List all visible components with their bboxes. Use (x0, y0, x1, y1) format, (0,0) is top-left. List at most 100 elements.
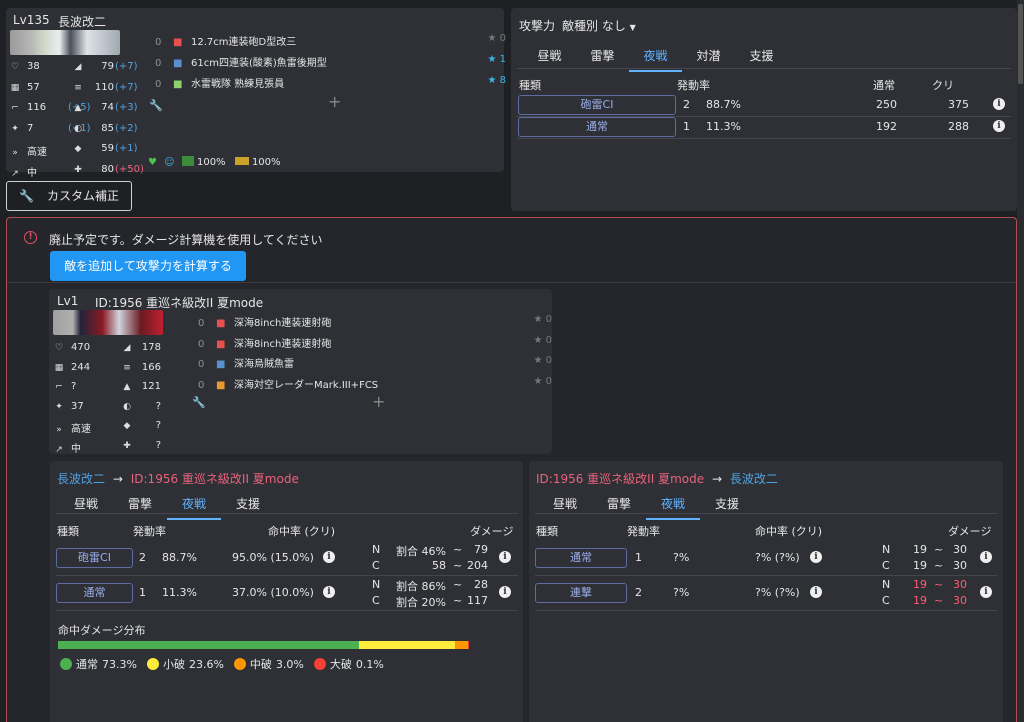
stat-row: ▦ 244 (53, 362, 111, 373)
stat-bonus: (+7) (115, 81, 138, 93)
col-hit-header: 命中率 (クリ) (755, 525, 823, 538)
attack-type-button[interactable]: 砲雷CI (56, 548, 133, 568)
scrollbar-thumb[interactable] (1018, 4, 1023, 84)
speed-icon: » (12, 148, 18, 158)
hit-rate: 95.0% (15.0%) (232, 551, 314, 564)
legend-dot-icon (313, 658, 326, 670)
stat-value: 80 (101, 163, 114, 175)
equipment-improvement-star: ★ 1 (487, 54, 506, 65)
info-icon[interactable]: i (499, 551, 511, 563)
legend-value: 3.0% (275, 657, 304, 671)
tab-1[interactable]: 雷撃 (113, 489, 167, 520)
info-icon[interactable]: i (980, 551, 992, 563)
attacker-name[interactable]: 長波改二 (57, 472, 105, 486)
equipment-item[interactable]: 0 ■ 61cm四連装(酸素)魚雷後期型 ★ 1 (155, 54, 506, 69)
defender-name[interactable]: ID:1956 重巡ネ級改II 夏mode (131, 472, 299, 486)
distribution-bar (58, 641, 469, 649)
stat-value: ? (155, 400, 161, 412)
tab-2[interactable]: 夜戦 (167, 489, 221, 520)
tab-0[interactable]: 昼戦 (538, 489, 592, 520)
normal-label: N (882, 543, 891, 556)
attack-type-button[interactable]: 連撃 (535, 583, 627, 603)
enemy-type-dropdown[interactable]: 敵種別 なし ▼ (562, 17, 636, 34)
asw-icon: ▲ (123, 382, 131, 392)
attack-type-button[interactable]: 通常 (518, 117, 676, 137)
legend-label: 通常 (76, 658, 98, 671)
stat-bonus: (+7) (115, 61, 138, 72)
heart-icon: ♡ (54, 343, 64, 353)
torpedo-equip-icon: ■ (216, 359, 226, 370)
col-type-header: 種類 (519, 79, 541, 92)
legend-label: 大破 (329, 658, 352, 671)
info-icon[interactable]: i (499, 586, 511, 598)
equipment-slot-count: 0 (198, 359, 205, 370)
info-icon[interactable]: i (993, 120, 1005, 132)
wrench-icon[interactable]: 🔧 (149, 99, 163, 112)
equipment-name: 水雷戦隊 熟練見張員 (191, 79, 285, 90)
range-sep: ~ (453, 543, 463, 556)
tab-0[interactable]: 昼戦 (59, 489, 113, 520)
equipment-item[interactable]: 0 ■ 深海烏賊魚雷 ★ 0 (198, 355, 552, 370)
tab-1[interactable]: 雷撃 (592, 489, 646, 520)
info-icon[interactable]: i (323, 551, 335, 563)
wrench-icon[interactable]: 🔧 (192, 396, 206, 409)
legend-value: 73.3% (102, 657, 137, 671)
left-result-title: 長波改二 → ID:1956 重巡ネ級改II 夏mode (57, 470, 299, 487)
tab-2[interactable]: 夜戦 (646, 489, 700, 520)
info-icon[interactable]: i (993, 98, 1005, 110)
los-icon: ◐ (74, 123, 82, 134)
ammo-value: 100% (251, 157, 281, 168)
range-sep: ~ (453, 594, 463, 607)
defender-name[interactable]: 長波改二 (730, 472, 778, 486)
stat-value: ? (71, 381, 77, 392)
fuel-value: 100% (196, 157, 226, 168)
attack-count: 1 (139, 586, 146, 599)
custom-correction-button[interactable]: 🔧 カスタム補正 (6, 181, 132, 211)
stat-row: ▲ 74(+3) (72, 102, 138, 113)
equipment-name: 深海8inch連装速射砲 (234, 338, 332, 350)
stat-value: ? (155, 420, 161, 431)
col-rate-header: 発動率 (133, 525, 166, 538)
scrollbar[interactable] (1017, 0, 1024, 722)
hit-rate: 37.0% (10.0%) (232, 586, 314, 599)
equipment-item[interactable]: 0 ■ 深海8inch連装速射砲 ★ 0 (198, 335, 552, 350)
attack-rate: ?% (673, 551, 690, 564)
stat-row: ◆? (121, 420, 161, 431)
attacker-name[interactable]: ID:1956 重巡ネ級改II 夏mode (536, 472, 704, 486)
stat-row: ↗ 中 (9, 164, 67, 179)
radar-icon: ■ (216, 379, 226, 391)
stat-value: 37 (71, 400, 84, 412)
normal-text: 割合 46% (396, 545, 446, 558)
stat-value: 166 (141, 361, 161, 373)
attack-crit: 288 (948, 120, 969, 133)
add-enemy-button[interactable]: 敵を追加して攻撃力を計算する (50, 251, 246, 281)
stat-row: ♡ 38 (9, 61, 67, 72)
gun-icon: ■ (216, 318, 226, 329)
crit-min: 19 (913, 559, 927, 572)
ship-banner-image (10, 30, 120, 55)
info-icon[interactable]: i (980, 586, 992, 598)
equipment-item[interactable]: 0 ■ 深海対空レーダーMark.III+FCS ★ 0 (198, 376, 552, 391)
tab-3[interactable]: 支援 (700, 489, 754, 520)
col-damage-header: ダメージ (948, 525, 992, 538)
equipment-improvement-star: ★ 8 (487, 75, 506, 86)
attack-type-button[interactable]: 通常 (535, 548, 627, 568)
warning-icon: ! (24, 231, 37, 244)
attack-type-button[interactable]: 砲雷CI (518, 95, 676, 115)
normal-label: N (372, 578, 381, 591)
info-icon[interactable]: i (323, 586, 335, 598)
tab-3[interactable]: 支援 (221, 489, 275, 520)
attack-type-button[interactable]: 通常 (56, 583, 133, 603)
equipment-item[interactable]: 0 ■ 水雷戦隊 熟練見張員 ★ 8 (155, 75, 506, 90)
col-type-header: 種類 (57, 525, 79, 538)
stat-row: ◐ 85(+2) (72, 123, 137, 134)
equipment-item[interactable]: 0 ■ 深海8inch連装速射砲 ★ 0 (198, 314, 552, 329)
add-equipment-plus-icon[interactable]: + (372, 392, 385, 411)
range-icon: ↗ (11, 168, 19, 179)
legend-value: 23.6% (188, 657, 224, 671)
equipment-item[interactable]: 0 ■ 12.7cm連装砲D型改三 ★ 0 (155, 33, 506, 48)
info-icon[interactable]: i (810, 586, 822, 598)
info-icon[interactable]: i (810, 551, 822, 563)
crit-label: C (882, 594, 890, 607)
add-equipment-plus-icon[interactable]: + (328, 92, 341, 111)
